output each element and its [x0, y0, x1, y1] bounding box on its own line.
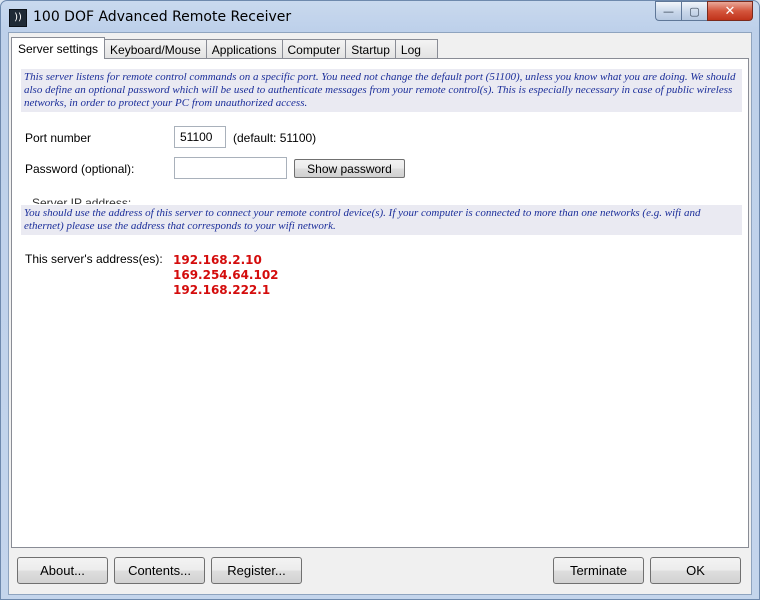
maximize-icon: ▢ [689, 4, 700, 18]
speaker-signal-icon[interactable]: )) [9, 9, 27, 27]
close-button[interactable]: ✕ [707, 1, 753, 21]
tab-log[interactable]: Log [394, 39, 438, 59]
tab-keyboard-mouse[interactable]: Keyboard/Mouse [104, 39, 207, 59]
server-address: 192.168.2.10 [173, 253, 262, 267]
about-button[interactable]: About... [17, 557, 108, 584]
minimize-icon: — [663, 4, 674, 18]
contents-button[interactable]: Contents... [114, 557, 205, 584]
title-bar[interactable]: )) 100 DOF Advanced Remote Receiver — ▢ … [1, 1, 759, 33]
port-input[interactable]: 51100 [174, 126, 226, 148]
server-address: 192.168.222.1 [173, 283, 271, 297]
ip-note: You should use the address of this serve… [21, 205, 742, 235]
terminate-button[interactable]: Terminate [553, 557, 644, 584]
addresses-label: This server's address(es): [25, 252, 163, 266]
show-password-button[interactable]: Show password [294, 159, 405, 178]
window-title: 100 DOF Advanced Remote Receiver [33, 9, 292, 25]
window-controls: — ▢ ✕ [655, 1, 753, 23]
app-window: )) 100 DOF Advanced Remote Receiver — ▢ … [0, 0, 760, 600]
password-input[interactable] [174, 157, 287, 179]
tab-strip: Server settings Keyboard/Mouse Applicati… [11, 37, 438, 59]
port-default-hint: (default: 51100) [233, 131, 317, 145]
register-button[interactable]: Register... [211, 557, 302, 584]
tab-applications[interactable]: Applications [205, 39, 283, 59]
tab-server-settings[interactable]: Server settings [11, 37, 106, 59]
intro-note: This server listens for remote control c… [21, 69, 742, 112]
server-settings-panel: This server listens for remote control c… [11, 58, 749, 548]
close-icon: ✕ [724, 3, 736, 19]
minimize-button[interactable]: — [655, 1, 681, 21]
client-area: Server settings Keyboard/Mouse Applicati… [8, 32, 752, 595]
tab-computer[interactable]: Computer [281, 39, 347, 59]
server-address: 169.254.64.102 [173, 268, 279, 282]
ok-button[interactable]: OK [650, 557, 741, 584]
tab-startup[interactable]: Startup [345, 39, 396, 59]
password-label: Password (optional): [25, 162, 135, 176]
maximize-button[interactable]: ▢ [681, 1, 707, 21]
port-label: Port number [25, 131, 92, 145]
server-ip-group-caption: Server IP address: [32, 196, 132, 204]
